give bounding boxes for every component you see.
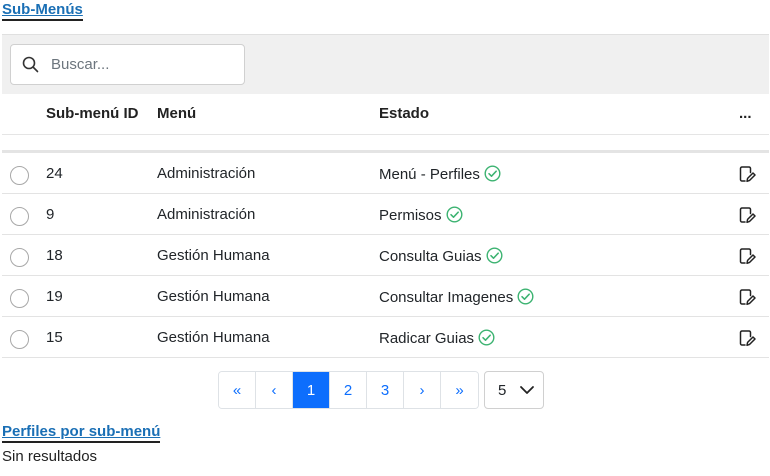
- row-menu: Gestión Humana: [157, 329, 270, 346]
- page-prev-button[interactable]: ‹: [256, 372, 293, 408]
- table-row[interactable]: 19 Gestión Humana Consultar Imagenes: [2, 276, 769, 317]
- table-toolbar: [2, 34, 769, 94]
- pagination: « ‹ 1 2 3 › »: [218, 371, 479, 409]
- edit-icon[interactable]: [738, 165, 756, 183]
- column-header-menu[interactable]: Menú: [157, 105, 196, 122]
- search-input[interactable]: [51, 56, 221, 73]
- row-menu: Gestión Humana: [157, 288, 270, 305]
- check-circle-icon: [486, 247, 503, 264]
- table-row[interactable]: 18 Gestión Humana Consulta Guias: [2, 235, 769, 276]
- check-circle-icon: [484, 165, 501, 182]
- page-size-value: 5: [498, 381, 507, 399]
- row-id: 24: [46, 165, 63, 182]
- row-estado-text: Permisos: [379, 207, 442, 224]
- row-id: 18: [46, 247, 63, 264]
- edit-icon[interactable]: [738, 329, 756, 347]
- page-next-button[interactable]: ›: [404, 372, 441, 408]
- row-menu: Gestión Humana: [157, 247, 270, 264]
- row-select-radio[interactable]: [10, 166, 29, 185]
- check-circle-icon: [478, 329, 495, 346]
- page-last-button[interactable]: »: [441, 372, 478, 408]
- row-menu: Administración: [157, 206, 256, 223]
- row-select-radio[interactable]: [10, 289, 29, 308]
- row-id: 19: [46, 288, 63, 305]
- table-row[interactable]: 15 Gestión Humana Radicar Guias: [2, 317, 769, 358]
- title-underline: [2, 441, 161, 443]
- submenus-section-title[interactable]: Sub-Menús: [2, 1, 83, 21]
- edit-icon[interactable]: [738, 288, 756, 306]
- chevron-down-icon: [520, 386, 535, 394]
- search-box[interactable]: [10, 44, 245, 85]
- title-underline: [2, 19, 83, 21]
- column-header-id[interactable]: Sub-menú ID: [46, 105, 139, 122]
- edit-icon[interactable]: [738, 247, 756, 265]
- page-button-3[interactable]: 3: [367, 372, 404, 408]
- edit-icon[interactable]: [738, 206, 756, 224]
- row-estado-text: Consulta Guias: [379, 248, 482, 265]
- row-estado: Menú - Perfiles: [379, 165, 501, 183]
- row-estado-text: Menú - Perfiles: [379, 166, 480, 183]
- row-estado-text: Radicar Guias: [379, 330, 475, 347]
- row-menu: Administración: [157, 165, 256, 182]
- perfiles-section-title[interactable]: Perfiles por sub-menú: [2, 423, 161, 443]
- perfiles-title-text[interactable]: Perfiles por sub-menú: [2, 423, 160, 440]
- row-select-radio[interactable]: [10, 248, 29, 267]
- page-button-2[interactable]: 2: [330, 372, 367, 408]
- search-icon: [22, 56, 39, 73]
- row-id: 15: [46, 329, 63, 346]
- table-row[interactable]: 9 Administración Permisos: [2, 194, 769, 235]
- check-circle-icon: [517, 288, 534, 305]
- page-button-1[interactable]: 1: [293, 372, 330, 408]
- check-circle-icon: [446, 206, 463, 223]
- column-header-actions: ...: [739, 105, 752, 122]
- table-header: Sub-menú ID Menú Estado ...: [2, 94, 769, 135]
- row-estado-text: Consultar Imagenes: [379, 289, 514, 306]
- row-select-radio[interactable]: [10, 207, 29, 226]
- page-size-select[interactable]: 5: [484, 371, 544, 409]
- row-estado: Permisos: [379, 206, 463, 224]
- empty-results-text: Sin resultados: [2, 448, 98, 465]
- row-estado: Consulta Guias: [379, 247, 503, 265]
- column-header-estado[interactable]: Estado: [379, 105, 429, 122]
- page-first-button[interactable]: «: [219, 372, 256, 408]
- submenus-title-text[interactable]: Sub-Menús: [2, 1, 83, 18]
- row-estado: Consultar Imagenes: [379, 288, 534, 306]
- table-row[interactable]: 24 Administración Menú - Perfiles: [2, 153, 769, 194]
- row-estado: Radicar Guias: [379, 329, 495, 347]
- row-id: 9: [46, 206, 55, 223]
- row-select-radio[interactable]: [10, 330, 29, 349]
